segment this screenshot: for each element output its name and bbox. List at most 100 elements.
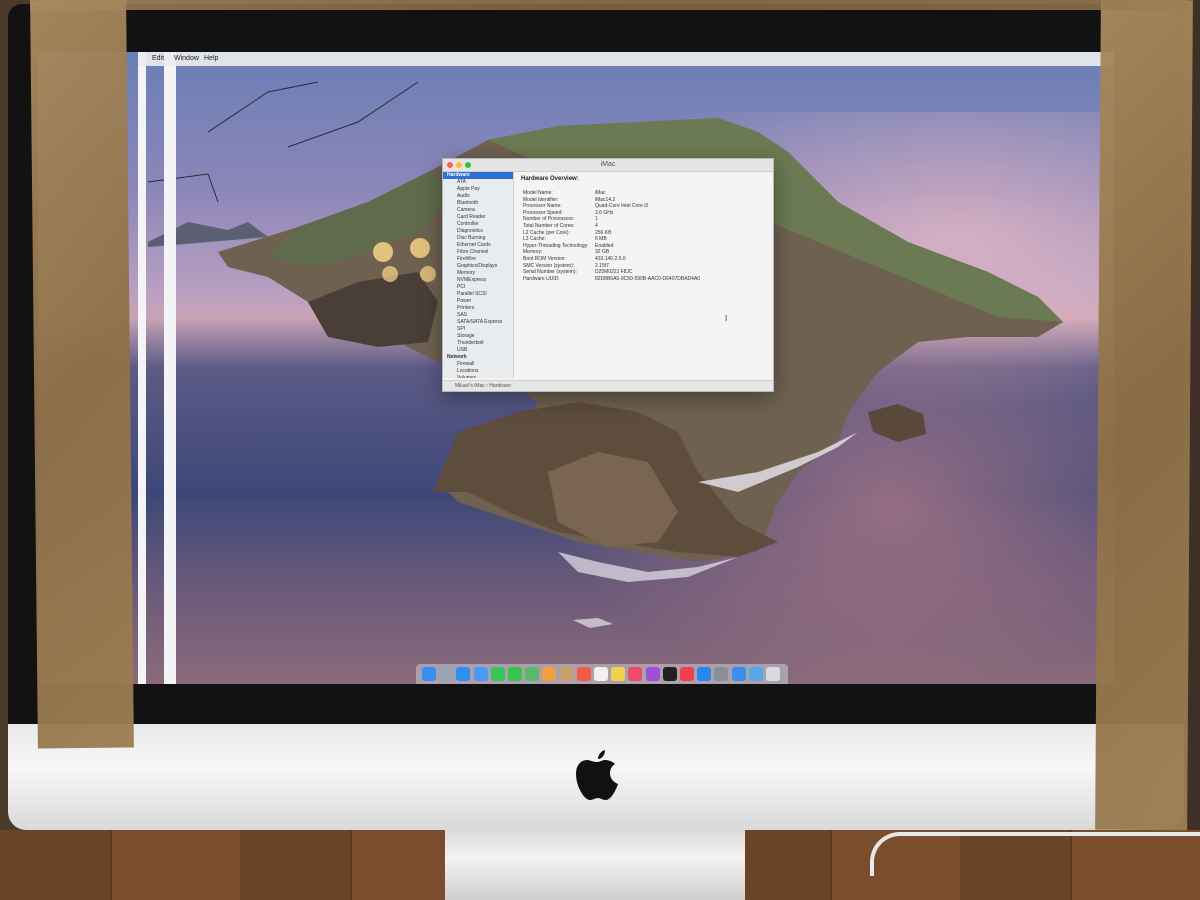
system-preferences-icon[interactable] — [714, 667, 729, 681]
sidebar-item[interactable]: Controller — [443, 221, 513, 228]
sidebar-item[interactable]: Audio — [443, 193, 513, 200]
overview-value: 82D8B6A5-9C50-590B-AAC0-D6407DBAD4A0 — [595, 275, 701, 282]
sidebar-item[interactable]: Power — [443, 298, 513, 305]
overview-key: SMC Version (system): — [523, 262, 575, 269]
sidebar-item[interactable]: Parallel SCSI — [443, 291, 513, 298]
sidebar-item[interactable]: Disc Burning — [443, 235, 513, 242]
sidebar-item[interactable]: SATA/SATA Express — [443, 319, 513, 326]
sidebar-item[interactable]: Diagnostics — [443, 228, 513, 235]
text-cursor-icon: I — [725, 314, 728, 323]
finder-icon[interactable] — [422, 667, 436, 681]
reminders-icon[interactable] — [594, 667, 608, 681]
zoom-button[interactable] — [465, 162, 471, 168]
sidebar-item[interactable]: Printers — [443, 305, 513, 312]
screen: Edit Window Help iMac Hardware ATA Apple P… — [38, 52, 1114, 684]
overview-row: Processor Name: Quad-Core Intel Core i3 — [523, 203, 648, 209]
minimize-button[interactable] — [456, 162, 462, 168]
imac-stand — [445, 830, 745, 900]
sidebar-item[interactable]: Hardware — [443, 172, 513, 179]
sidebar-item[interactable]: Apple Pay — [443, 186, 513, 193]
overview-row: Memory: 32 GB — [523, 249, 609, 255]
overview-row: L3 Cache: 6 MB — [523, 236, 607, 242]
overview-row: Total Number of Cores: 4 — [523, 223, 598, 229]
overview-row: Processor Speed: 3.6 GHz — [523, 210, 613, 216]
sidebar-item[interactable]: Card Reader — [443, 214, 513, 221]
photos-icon[interactable] — [542, 667, 557, 681]
maps-icon[interactable] — [525, 667, 540, 681]
sidebar-item[interactable]: NVMExpress — [443, 277, 513, 284]
tape-strip-right — [1095, 0, 1193, 831]
launchpad-icon[interactable] — [439, 667, 454, 681]
overview-value: 433.140.2.0.0 — [595, 256, 626, 262]
sidebar-item[interactable]: FireWire — [443, 256, 513, 263]
airdrop-icon[interactable] — [731, 667, 746, 681]
content-header: Hardware Overview: — [521, 176, 579, 182]
overview-key: Number of Processors: — [523, 216, 575, 223]
messages-icon[interactable] — [508, 667, 522, 681]
safari-icon[interactable] — [456, 667, 471, 681]
overview-value: 32 GB — [595, 249, 610, 256]
sidebar-item[interactable]: USB — [443, 347, 513, 354]
music-icon[interactable] — [628, 667, 643, 681]
overview-key: Total Number of Cores: — [523, 223, 575, 229]
screen-line-artifact — [138, 52, 146, 684]
overview-row: SMC Version (system): 2.15f7 — [523, 263, 609, 269]
close-button[interactable] — [447, 162, 453, 168]
system-information-window: iMac Hardware ATA Apple Pay Audio Bluetooth C… — [442, 158, 774, 392]
overview-value: D25M022J F8JC — [595, 269, 633, 276]
overview-value: Quad-Core Intel Core i3 — [595, 203, 649, 210]
sidebar-item[interactable]: Locations — [443, 368, 513, 375]
overview-row: Boot ROM Version: 433.140.2.0.0 — [523, 256, 626, 262]
overview-row: Model Identifier: iMac14,2 — [523, 197, 615, 203]
sidebar-item[interactable]: Thunderbolt — [443, 340, 513, 347]
tv-icon[interactable] — [662, 667, 677, 681]
overview-value: 256 KB — [595, 229, 612, 236]
sidebar-item[interactable]: Memory — [443, 270, 513, 277]
overview-value: 1 — [595, 216, 598, 223]
sidebar-item[interactable]: Volumes — [443, 375, 513, 378]
sidebar-item[interactable]: PCI — [443, 284, 513, 291]
overview-row: Hardware UUID: 82D8B6A5-9C50-590B-AAC0-D6… — [523, 276, 700, 282]
news-icon[interactable] — [680, 667, 694, 681]
contacts-icon[interactable] — [559, 667, 574, 681]
overview-value: Enabled — [595, 242, 614, 249]
overview-row: Serial Number (system): D25M022J F8JC — [523, 269, 633, 275]
mail-icon[interactable] — [473, 667, 488, 681]
sidebar-item[interactable]: Bluetooth — [443, 200, 513, 207]
calendar-icon[interactable] — [576, 667, 591, 681]
imac-body: Edit Window Help iMac Hardware ATA Apple P… — [8, 4, 1184, 830]
overview-key: L3 Cache: — [523, 236, 546, 243]
sidebar-item[interactable]: ATA — [443, 179, 513, 186]
menu-help[interactable]: Help — [204, 55, 218, 62]
overview-key: Memory: — [523, 249, 543, 256]
sidebar-item[interactable]: Storage — [443, 333, 513, 340]
sidebar-item[interactable]: Firewall — [443, 361, 513, 368]
notes-icon[interactable] — [611, 667, 626, 681]
podcasts-icon[interactable] — [645, 667, 660, 681]
overview-key: Boot ROM Version: — [523, 256, 566, 262]
apple-logo-icon — [576, 750, 618, 800]
trash-icon[interactable] — [766, 667, 780, 681]
sidebar-item[interactable]: Graphics/Displays — [443, 263, 513, 270]
app-store-icon[interactable] — [697, 667, 712, 681]
documents-icon[interactable] — [748, 667, 763, 681]
hardware-overview-pane: Hardware Overview: Model Name: iMac Model … — [515, 172, 771, 378]
overview-key: Serial Number (system): — [523, 269, 577, 276]
power-cable — [870, 832, 1200, 876]
sidebar-item[interactable]: Camera — [443, 207, 513, 214]
sidebar-item[interactable]: SPI — [443, 326, 513, 333]
menu-edit[interactable]: Edit — [152, 55, 164, 62]
menu-window[interactable]: Window — [174, 55, 199, 62]
overview-row: Model Name: iMac — [523, 190, 606, 196]
overview-value: 6 MB — [595, 236, 607, 243]
sidebar-item[interactable]: SAS — [443, 312, 513, 319]
sidebar-item[interactable]: Ethernet Cards — [443, 242, 513, 249]
sidebar-item[interactable]: Fibre Channel — [443, 249, 513, 256]
overview-row: L2 Cache (per Core): 256 KB — [523, 230, 611, 236]
sidebar-item[interactable]: Network — [443, 354, 513, 361]
tape-strip-top — [30, 0, 1190, 10]
facetime-icon[interactable] — [490, 667, 505, 681]
overview-row: Number of Processors: 1 — [523, 216, 598, 222]
overview-value: iMac14,2 — [595, 196, 616, 203]
overview-value: 3.6 GHz — [595, 209, 614, 216]
